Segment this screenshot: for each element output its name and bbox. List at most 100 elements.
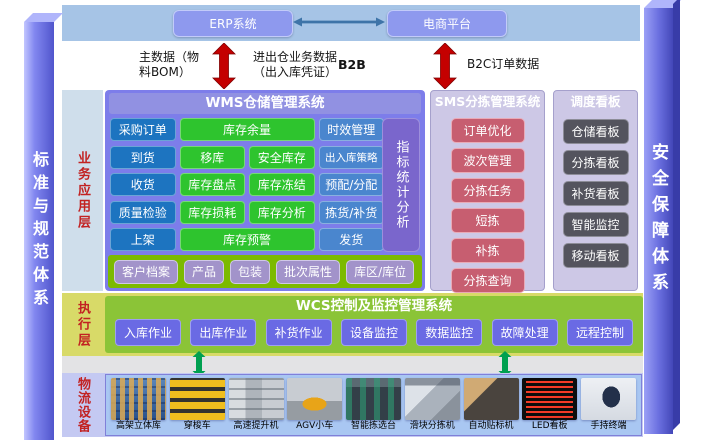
wcs-replenish-job[interactable]: 补货作业 bbox=[266, 319, 332, 346]
equipment-item-asrs: 高架立体库 bbox=[110, 378, 167, 435]
equipment-label: 滑块分拣机 bbox=[410, 421, 455, 432]
sms-order-optimization[interactable]: 订单优化 bbox=[451, 118, 525, 143]
equipment-item-handheld: 手持终端 bbox=[580, 378, 637, 435]
ecommerce-platform-node[interactable]: 电商平台 bbox=[387, 10, 507, 37]
standards-pillar: 标准与规范体系 bbox=[24, 22, 54, 440]
inout-data-flow-label: 进出仓业务数据 （出入库凭证） bbox=[253, 50, 337, 80]
equipment-item-slide-sorter: 滑块分拣机 bbox=[404, 378, 461, 435]
equipment-label: 高速提升机 bbox=[233, 421, 278, 432]
wms-func-move-stock[interactable]: 移库 bbox=[180, 146, 246, 169]
wcs-remote-control[interactable]: 远程控制 bbox=[567, 319, 633, 346]
security-pillar-label: 安全保障体系 bbox=[644, 8, 673, 434]
dashboard-title: 调度看板 bbox=[554, 91, 637, 113]
wms-func-purchase-order[interactable]: 采购订单 bbox=[110, 118, 176, 141]
photo-shuttle-car bbox=[170, 378, 225, 420]
security-pillar: 安全保障体系 bbox=[644, 8, 673, 434]
kpi-statistics-label: 指标统计分析 bbox=[392, 140, 411, 230]
sms-short-pick[interactable]: 短拣 bbox=[451, 208, 525, 233]
architecture-diagram: ERP系统 电商平台 主数据（物 料BOM） 进出仓业务数据 （出入库凭证） B… bbox=[0, 0, 703, 440]
wcs-inbound-job[interactable]: 入库作业 bbox=[115, 319, 181, 346]
photo-handheld-terminal bbox=[581, 378, 636, 420]
equipment-label: 手持终端 bbox=[590, 421, 626, 432]
master-data-flow-label: 主数据（物 料BOM） bbox=[139, 50, 199, 80]
wcs-outbound-job[interactable]: 出库作业 bbox=[190, 319, 256, 346]
wms-func-putaway[interactable]: 上架 bbox=[110, 228, 176, 251]
equipment-item-led-board: LED看板 bbox=[521, 378, 578, 435]
equipment-item-shuttle: 穿梭车 bbox=[169, 378, 226, 435]
layer-label-business: 业务应用层 bbox=[62, 90, 103, 291]
photo-led-board bbox=[522, 378, 577, 420]
sms-sorting-task[interactable]: 分拣任务 bbox=[451, 178, 525, 203]
wms-func-safety-stock[interactable]: 安全库存 bbox=[249, 146, 315, 169]
wms-title: WMS仓储管理系统 bbox=[109, 93, 421, 114]
wms-func-stocktake[interactable]: 库存盘点 bbox=[180, 173, 246, 196]
photo-smart-picking-station bbox=[346, 378, 401, 420]
wms-func-receiving[interactable]: 收货 bbox=[110, 173, 176, 196]
base-batch-attributes[interactable]: 批次属性 bbox=[276, 260, 340, 284]
base-customer-files[interactable]: 客户档案 bbox=[114, 260, 178, 284]
dashboard-smart-monitor[interactable]: 智能监控 bbox=[563, 212, 629, 237]
wcs-device-monitor[interactable]: 设备监控 bbox=[341, 319, 407, 346]
erp-data-double-arrow-icon bbox=[212, 43, 236, 89]
sms-sorting-query[interactable]: 分拣查询 bbox=[451, 268, 525, 293]
master-data-line2: 料BOM） bbox=[139, 65, 199, 80]
wms-func-aging-mgmt[interactable]: 时效管理 bbox=[319, 118, 385, 141]
sms-wave-management[interactable]: 波次管理 bbox=[451, 148, 525, 173]
wms-func-arrival[interactable]: 到货 bbox=[110, 146, 176, 169]
dashboard-warehouse-board[interactable]: 仓储看板 bbox=[563, 119, 629, 144]
equipment-item-labeler: 自动贴标机 bbox=[463, 378, 520, 435]
wms-func-stock-balance[interactable]: 库存余量 bbox=[180, 118, 315, 141]
business-layer-text: 业务应用层 bbox=[73, 151, 92, 231]
erp-system-node[interactable]: ERP系统 bbox=[173, 10, 293, 37]
equipment-label: AGV小车 bbox=[296, 421, 333, 432]
equipment-label: 穿梭车 bbox=[184, 421, 211, 432]
equipment-item-lifter: 高速提升机 bbox=[228, 378, 285, 435]
equipment-item-agv: AGV小车 bbox=[286, 378, 343, 435]
connection-band bbox=[62, 356, 643, 373]
wms-function-grid: 采购订单 库存余量 时效管理 到货 移库 安全库存 出入库策略 收货 库存盘点 … bbox=[110, 118, 384, 251]
wms-func-quality-check[interactable]: 质量检验 bbox=[110, 201, 176, 224]
wms-panel: WMS仓储管理系统 采购订单 库存余量 时效管理 到货 移库 安全库存 出入库策… bbox=[105, 90, 425, 291]
dashboard-sorting-board[interactable]: 分拣看板 bbox=[563, 150, 629, 175]
photo-high-speed-lifter bbox=[229, 378, 284, 420]
wms-func-stock-loss[interactable]: 库存损耗 bbox=[180, 201, 246, 224]
inout-line2: （出入库凭证） bbox=[253, 65, 337, 80]
erp-ecommerce-arrow-icon bbox=[293, 17, 385, 27]
wms-func-preallocation[interactable]: 预配/分配 bbox=[319, 173, 385, 196]
photo-asrs-warehouse bbox=[111, 378, 166, 420]
standards-pillar-label: 标准与规范体系 bbox=[24, 22, 54, 440]
base-packaging[interactable]: 包装 bbox=[230, 260, 270, 284]
sms-repick[interactable]: 补拣 bbox=[451, 238, 525, 263]
wms-func-stock-analysis[interactable]: 库存分析 bbox=[249, 201, 315, 224]
wms-func-stock-freeze[interactable]: 库存冻结 bbox=[249, 173, 315, 196]
wms-base-data-band: 客户档案 产品 包装 批次属性 库区/库位 bbox=[108, 255, 422, 288]
photo-auto-labeler bbox=[464, 378, 519, 420]
equipment-label: 自动贴标机 bbox=[468, 421, 513, 432]
b2b-label: B2B bbox=[338, 57, 366, 72]
photo-slide-sorter bbox=[405, 378, 460, 420]
wcs-data-monitor[interactable]: 数据监控 bbox=[416, 319, 482, 346]
equipment-label: 高架立体库 bbox=[116, 421, 161, 432]
equipment-label: LED看板 bbox=[532, 421, 568, 432]
wms-func-shipping[interactable]: 发货 bbox=[319, 228, 385, 251]
b2c-label: B2C订单数据 bbox=[467, 57, 539, 72]
equipment-layer-text: 物流设备 bbox=[62, 373, 103, 437]
equipment-label: 智能拣选台 bbox=[351, 421, 396, 432]
equipment-panel: 高架立体库 穿梭车 高速提升机 AGV小车 智能拣选台 滑块分拣机 自动贴标机 bbox=[105, 374, 642, 436]
base-zone-location[interactable]: 库区/库位 bbox=[346, 260, 414, 284]
equipment-item-picking-station: 智能拣选台 bbox=[345, 378, 402, 435]
inout-line1: 进出仓业务数据 bbox=[253, 50, 337, 65]
wms-func-stock-alert[interactable]: 库存预警 bbox=[180, 228, 315, 251]
sms-panel: SMS分拣管理系统 订单优化 波次管理 分拣任务 短拣 补拣 分拣查询 bbox=[430, 90, 545, 291]
wms-func-inout-strategy[interactable]: 出入库策略 bbox=[319, 146, 385, 169]
wcs-panel: WCS控制及监控管理系统 入库作业 出库作业 补货作业 设备监控 数据监控 故障… bbox=[105, 296, 643, 353]
wms-func-pick-replenish[interactable]: 拣货/补货 bbox=[319, 201, 385, 224]
dashboard-replenish-board[interactable]: 补货看板 bbox=[563, 181, 629, 206]
base-product[interactable]: 产品 bbox=[184, 260, 224, 284]
b2c-data-double-arrow-icon bbox=[433, 43, 457, 89]
wcs-fault-handling[interactable]: 故障处理 bbox=[492, 319, 558, 346]
execution-layer-text: 执行层 bbox=[62, 293, 103, 356]
dashboard-mobile-board[interactable]: 移动看板 bbox=[563, 243, 629, 268]
kpi-statistics-box[interactable]: 指标统计分析 bbox=[382, 118, 420, 252]
dashboard-panel: 调度看板 仓储看板 分拣看板 补货看板 智能监控 移动看板 bbox=[553, 90, 638, 291]
